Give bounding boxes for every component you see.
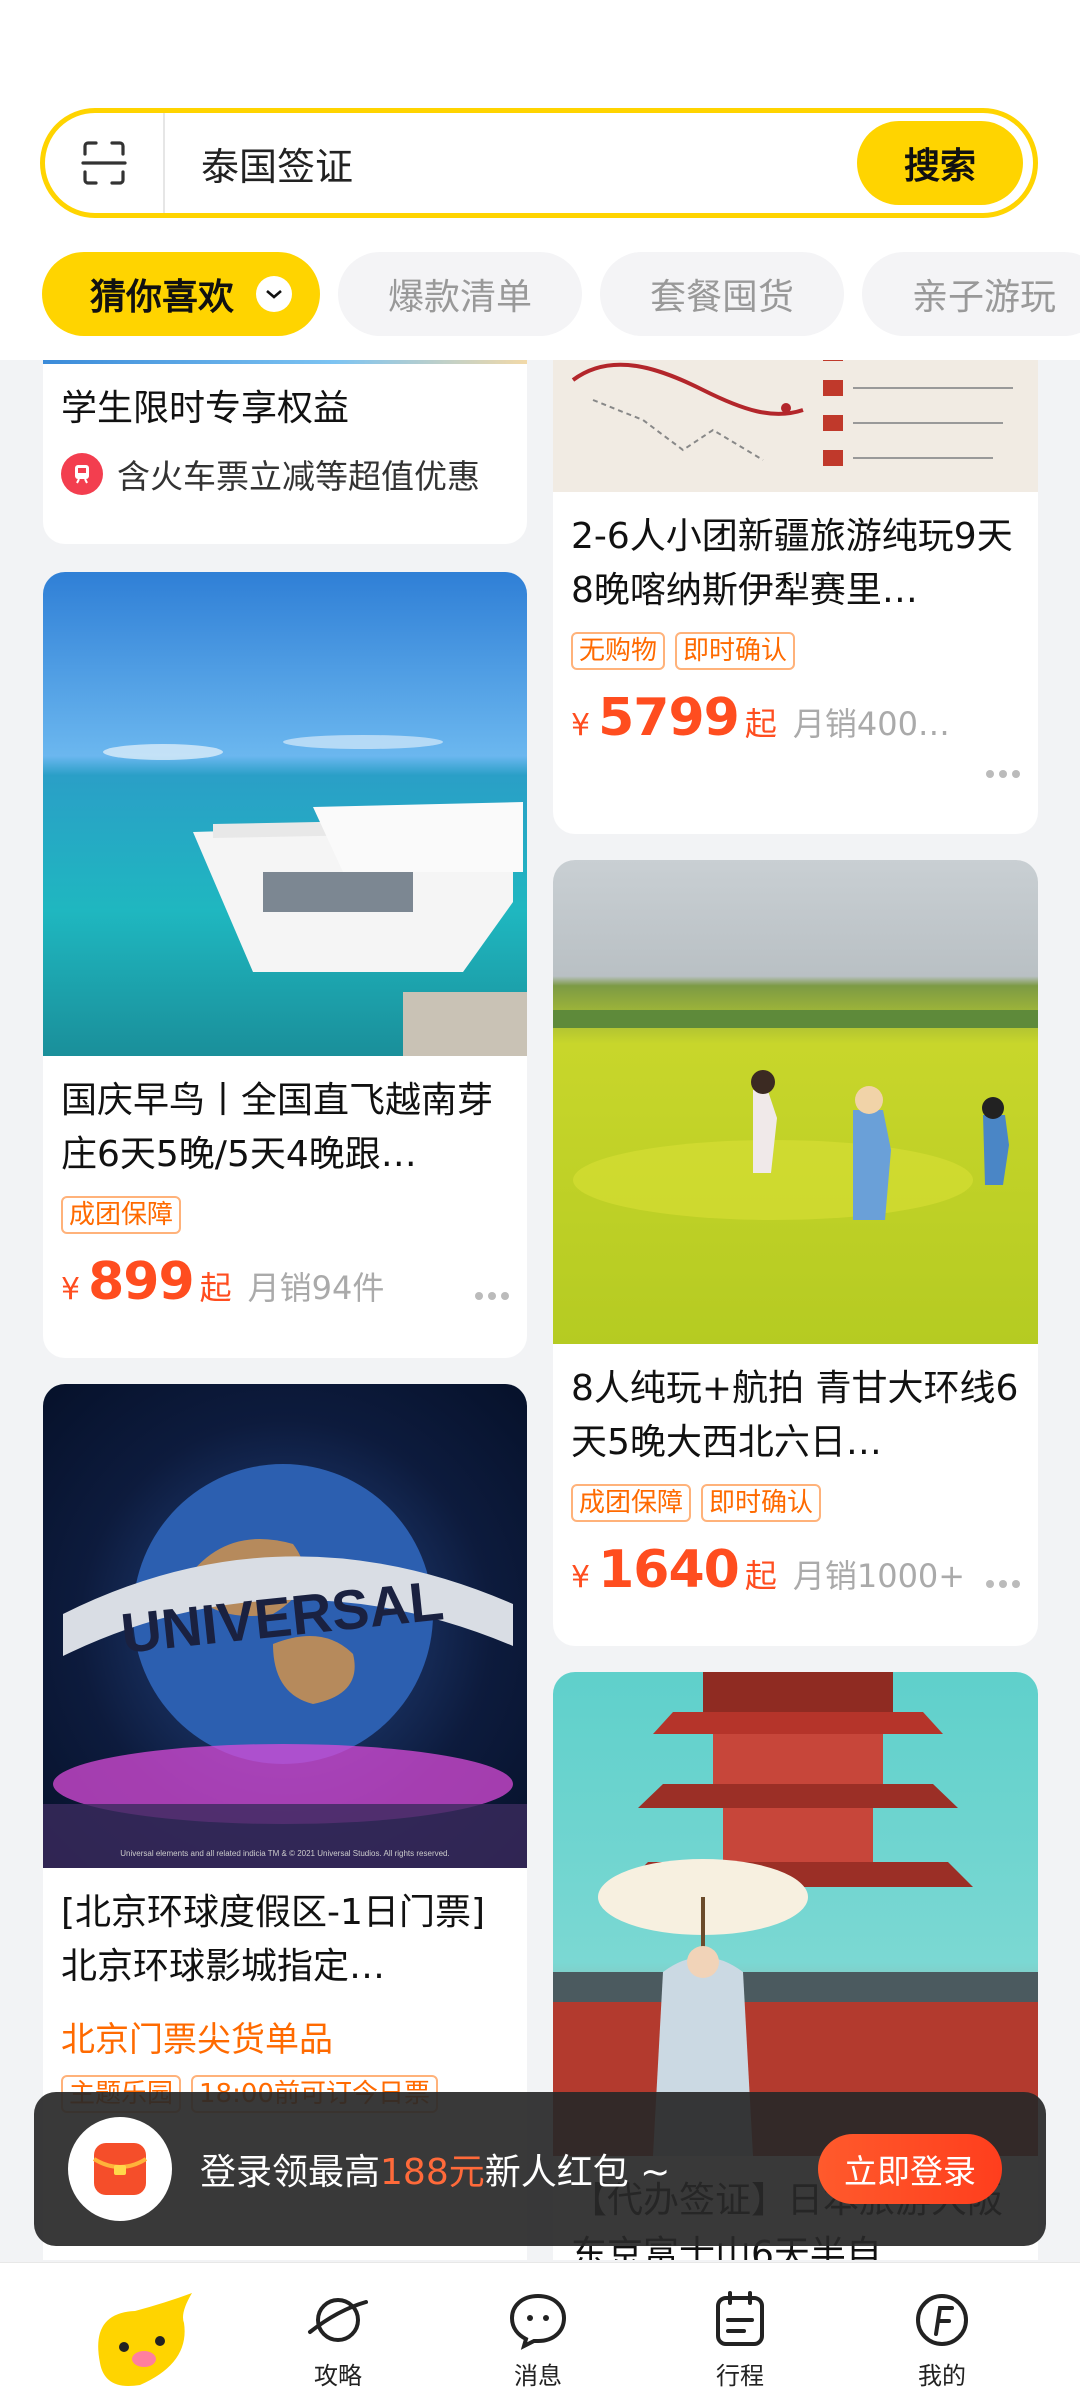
status-bar xyxy=(0,0,1080,100)
nav-profile[interactable]: 我的 xyxy=(872,2263,1012,2400)
more-icon[interactable] xyxy=(986,770,1020,778)
card-subtitle: 含火车票立减等超值优惠 xyxy=(117,457,480,496)
price: 5799 xyxy=(598,688,740,748)
price-suffix: 起 xyxy=(744,705,777,743)
nav-messages[interactable]: 消息 xyxy=(468,2263,608,2400)
nav-label: 我的 xyxy=(918,2362,966,2390)
tag-group-guarantee: 成团保障 xyxy=(61,1196,182,1234)
login-button[interactable]: 立即登录 xyxy=(818,2134,1002,2204)
nav-label: 消息 xyxy=(514,2362,562,2390)
xinjiang-tour-card[interactable]: 2-6人小团新疆旅游纯玩9天8晚喀纳斯伊犁赛里… 无购物 即时确认 ¥ 5799… xyxy=(553,360,1038,834)
price-suffix: 起 xyxy=(199,1269,232,1307)
chat-icon xyxy=(509,2293,567,2350)
currency: ¥ xyxy=(61,1272,81,1307)
tag-no-shopping: 无购物 xyxy=(571,632,666,670)
card-title: 国庆早鸟丨全国直飞越南芽庄6天5晚/5天4晚跟… xyxy=(61,1080,494,1175)
pagoda-image xyxy=(553,1672,1038,2156)
red-envelope-icon xyxy=(68,2117,172,2221)
tab-package-deals[interactable]: 套餐囤货 xyxy=(600,252,845,336)
home-pig-icon[interactable] xyxy=(80,2293,196,2393)
card-highlight: 北京门票尖货单品 xyxy=(61,2020,333,2060)
tag-instant-confirm: 即时确认 xyxy=(675,632,796,670)
student-offer-card[interactable]: 学生限时专享权益 含火车票立减等超值优惠 xyxy=(43,360,527,544)
nav-label: 攻略 xyxy=(314,2362,362,2390)
search-button[interactable]: 搜索 xyxy=(857,121,1023,205)
tab-guess-you-like[interactable]: 猜你喜欢 xyxy=(42,252,321,336)
more-icon[interactable] xyxy=(986,1580,1020,1588)
currency: ¥ xyxy=(571,1560,591,1595)
card-title: 8人纯玩+航拍 青甘大环线6天5晚大西北六日… xyxy=(571,1368,1019,1463)
tab-label: 套餐囤货 xyxy=(650,277,795,318)
category-tabs: 猜你喜欢 爆款清单 套餐囤货 亲子游玩 xyxy=(42,252,1080,336)
product-feed: 学生限时专享权益 含火车票立减等超值优惠 2-6人小团新疆旅游纯玩9天8晚喀纳斯… xyxy=(0,360,1080,2260)
profile-icon xyxy=(916,2294,968,2346)
qinggan-tour-card[interactable]: 8人纯玩+航拍 青甘大环线6天5晚大西北六日… 成团保障 即时确认 ¥ 1640… xyxy=(553,860,1038,1646)
price-suffix: 起 xyxy=(744,1557,777,1595)
train-icon xyxy=(61,453,103,495)
search-bar[interactable]: 泰国签证 搜索 xyxy=(40,108,1038,218)
monthly-sales: 月销94件 xyxy=(247,1269,385,1307)
price: 899 xyxy=(88,1252,195,1312)
login-promo-toast[interactable]: 登录领最高188元新人红包 ~ 立即登录 xyxy=(34,2092,1046,2246)
tab-family-trip[interactable]: 亲子游玩 xyxy=(862,252,1080,336)
card-title: [北京环球度假区-1日门票]北京环球影城指定… xyxy=(61,1892,485,1987)
card-title: 学生限时专享权益 xyxy=(61,388,350,429)
nav-itinerary[interactable]: 行程 xyxy=(670,2263,810,2400)
tab-hot-list[interactable]: 爆款清单 xyxy=(338,252,583,336)
card-title: 2-6人小团新疆旅游纯玩9天8晚喀纳斯伊犁赛里… xyxy=(571,516,1013,611)
image-caption: Universal elements and all related indic… xyxy=(120,1849,449,1858)
bottom-nav: 攻略 消息 行程 我的 xyxy=(0,2262,1080,2400)
price: 1640 xyxy=(598,1540,740,1600)
tab-label: 亲子游玩 xyxy=(912,277,1057,318)
itinerary-icon xyxy=(716,2291,764,2346)
scan-icon[interactable] xyxy=(45,113,165,213)
nav-guide[interactable]: 攻略 xyxy=(268,2263,408,2400)
tag-group-guarantee: 成团保障 xyxy=(571,1484,692,1522)
planet-icon xyxy=(308,2298,368,2342)
universal-globe-image: UNIVERSAL Universal elements and all rel… xyxy=(43,1384,527,1868)
tag-instant-confirm: 即时确认 xyxy=(701,1484,822,1522)
card-image xyxy=(43,360,527,364)
monthly-sales: 月销1000+ xyxy=(792,1557,966,1595)
tab-label: 猜你喜欢 xyxy=(90,277,235,318)
chevron-down-icon xyxy=(256,276,293,312)
boat-sea-image xyxy=(43,572,527,1056)
tab-label: 爆款清单 xyxy=(388,277,533,318)
currency: ¥ xyxy=(571,708,591,743)
toast-message: 登录领最高188元新人红包 ~ xyxy=(200,2152,671,2193)
route-map-image xyxy=(553,360,1038,492)
vietnam-tour-card[interactable]: 国庆早鸟丨全国直飞越南芽庄6天5晚/5天4晚跟… 成团保障 ¥ 899 起 月销… xyxy=(43,572,527,1358)
monthly-sales: 月销400… xyxy=(792,705,950,743)
rapeseed-field-image xyxy=(553,860,1038,1344)
nav-label: 行程 xyxy=(716,2362,764,2390)
more-icon[interactable] xyxy=(475,1292,509,1300)
